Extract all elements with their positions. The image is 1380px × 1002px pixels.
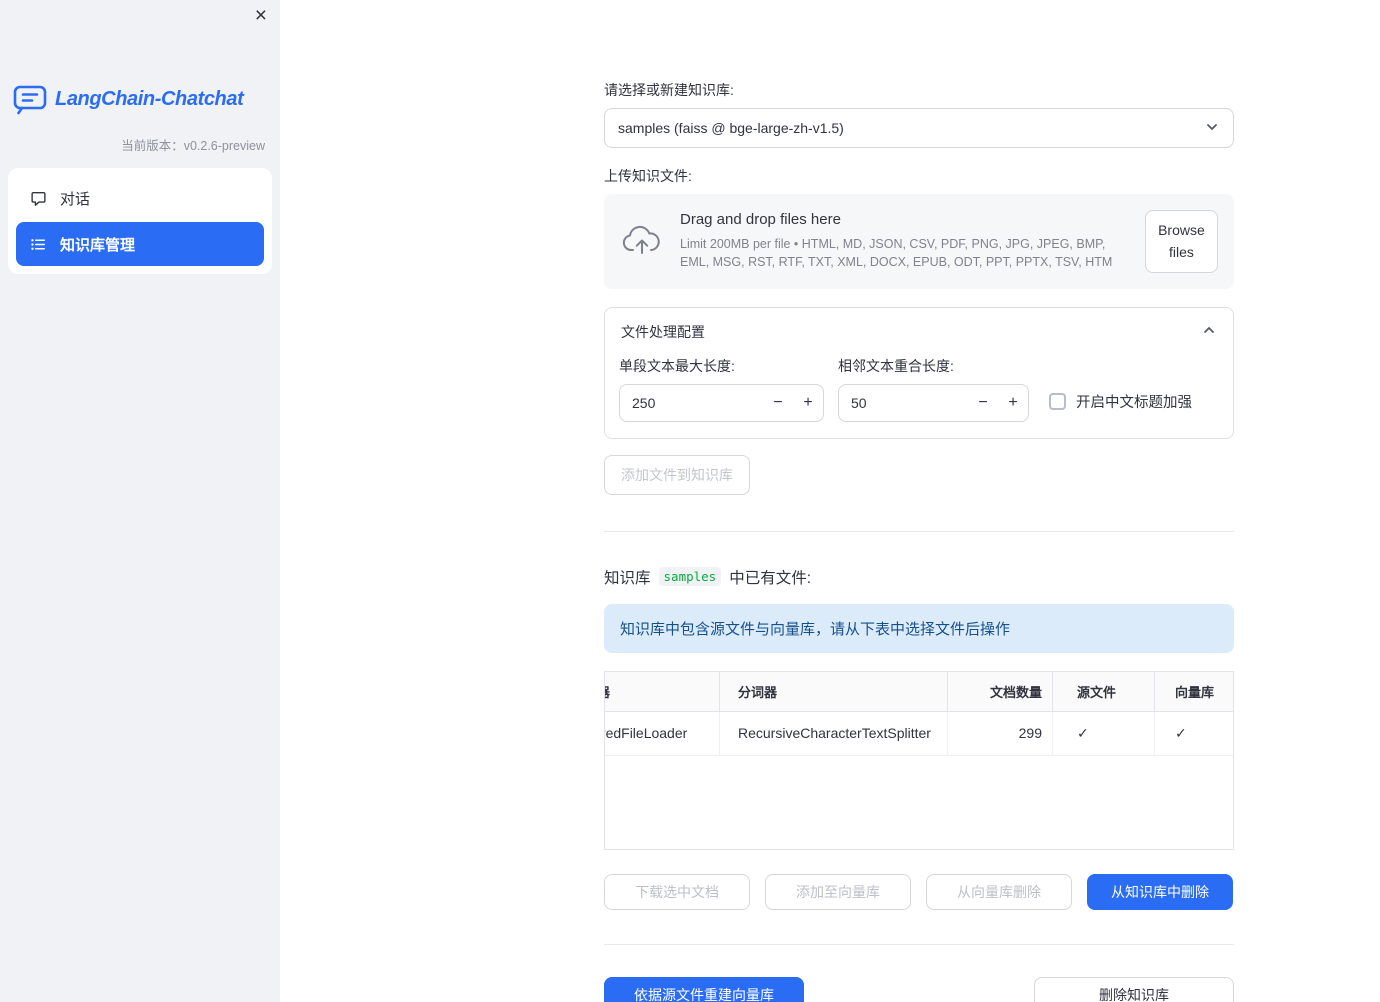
max-length-input[interactable] (620, 394, 763, 411)
table-empty-area (605, 756, 1233, 849)
max-length-stepper: − + (619, 383, 824, 422)
overlap-decrement-button[interactable]: − (968, 385, 998, 421)
file-action-buttons: 下载选中文档 添加至向量库 从向量库删除 从知识库中删除 (604, 873, 1234, 910)
overlap-label: 相邻文本重合长度: (838, 357, 954, 374)
browse-files-button[interactable]: Browse files (1144, 210, 1218, 273)
cell-splitter: RecursiveCharacterTextSplitter (720, 711, 948, 755)
sidebar-menu: 对话 知识库管理 (8, 168, 272, 274)
existing-files-suffix: 中已有文件: (729, 569, 812, 587)
cloud-upload-icon (620, 224, 664, 259)
dropzone-hint: Limit 200MB per file • HTML, MD, JSON, C… (680, 236, 1113, 270)
cell-loader: UnstructuredFileLoader (605, 711, 720, 755)
dropzone-text: Drag and drop files here Limit 200MB per… (680, 211, 1129, 273)
max-length-increment-button[interactable]: + (793, 385, 823, 421)
max-length-group: 单段文本最大长度: − + (619, 356, 824, 422)
divider (604, 530, 1234, 532)
zh-title-enhance-row: 开启中文标题加强 (1049, 391, 1192, 412)
sidebar-item-label: 对话 (60, 190, 91, 208)
divider (604, 943, 1234, 945)
dropzone-title: Drag and drop files here (680, 210, 841, 228)
app-window: × LangChain-Chatchat 当前版本：v0.2.6-preview (0, 0, 1380, 1002)
kb-select-label: 请选择或新建知识库: (604, 82, 734, 98)
info-alert: 知识库中包含源文件与向量库，请从下表中选择文件后操作 (604, 603, 1234, 653)
upload-section: 上传知识文件: Drag and drop files here Limit 2… (604, 166, 1234, 289)
overlap-increment-button[interactable]: + (998, 385, 1028, 421)
content-column: 请选择或新建知识库: samples (faiss @ bge-large-zh… (604, 0, 1234, 1002)
files-table: 文档加载器 分词器 文档数量 源文件 向量库 UnstructuredFileL… (604, 670, 1235, 850)
kb-select[interactable]: samples (faiss @ bge-large-zh-v1.5) (604, 108, 1234, 148)
delete-kb-button[interactable]: 删除知识库 (1034, 976, 1234, 1002)
config-controls: 单段文本最大长度: − + 相邻文本重合长度: − + (619, 356, 1219, 422)
column-header-loader[interactable]: 文档加载器 (605, 671, 720, 711)
list-icon (30, 236, 48, 253)
kb-action-buttons: 依据源文件重建向量库 删除知识库 (604, 976, 1234, 1002)
add-files-to-kb-button[interactable]: 添加文件到知识库 (604, 454, 750, 495)
logo-chat-icon (13, 84, 47, 115)
file-config-expander: 文件处理配置 单段文本最大长度: − + (604, 306, 1234, 439)
overlap-input[interactable] (839, 394, 968, 411)
cell-source-check: ✓ (1053, 711, 1155, 755)
app-logo: LangChain-Chatchat (13, 84, 267, 115)
cell-vector-check: ✓ (1175, 724, 1187, 741)
chat-bubble-icon (30, 190, 48, 207)
table-row[interactable]: UnstructuredFileLoader RecursiveCharacte… (605, 711, 1233, 756)
zh-title-enhance-checkbox[interactable] (1049, 392, 1066, 410)
sidebar-close-icon[interactable]: × (255, 5, 267, 26)
delete-from-vector-store-button[interactable]: 从向量库删除 (926, 873, 1072, 910)
existing-files-prefix: 知识库 (604, 569, 651, 587)
chevron-up-icon (1201, 322, 1217, 341)
rebuild-vector-store-button[interactable]: 依据源文件重建向量库 (604, 976, 804, 1002)
column-header-doc-count[interactable]: 文档数量 (948, 671, 1053, 711)
expander-header[interactable]: 文件处理配置 (619, 320, 1219, 344)
existing-files-heading: 知识库 samples 中已有文件: (604, 566, 1234, 588)
overlap-stepper: − + (838, 383, 1029, 422)
download-selected-button[interactable]: 下载选中文档 (604, 873, 750, 910)
expander-title: 文件处理配置 (621, 323, 705, 340)
add-to-vector-store-button[interactable]: 添加至向量库 (765, 873, 911, 910)
sidebar-item-dialogue[interactable]: 对话 (16, 176, 264, 220)
chevron-down-icon (1204, 119, 1220, 138)
kb-select-value: samples (faiss @ bge-large-zh-v1.5) (618, 120, 844, 136)
kb-name-code: samples (658, 567, 722, 587)
max-length-label: 单段文本最大长度: (619, 357, 735, 374)
sidebar: × LangChain-Chatchat 当前版本：v0.2.6-preview (0, 0, 280, 1002)
column-header-vector-store[interactable]: 向量库 (1155, 672, 1235, 711)
column-header-source-file[interactable]: 源文件 (1053, 671, 1155, 711)
file-dropzone[interactable]: Drag and drop files here Limit 200MB per… (604, 194, 1234, 289)
sidebar-item-label: 知识库管理 (60, 236, 136, 254)
cell-doc-count: 299 (948, 711, 1053, 755)
max-length-decrement-button[interactable]: − (763, 385, 793, 421)
main-area: 请选择或新建知识库: samples (faiss @ bge-large-zh… (280, 0, 1380, 1002)
zh-title-enhance-label: 开启中文标题加强 (1076, 394, 1192, 411)
column-header-splitter[interactable]: 分词器 (720, 671, 948, 711)
version-label: 当前版本：v0.2.6-preview (121, 139, 265, 153)
overlap-group: 相邻文本重合长度: − + (838, 356, 1029, 422)
sidebar-item-knowledge-base[interactable]: 知识库管理 (16, 222, 264, 266)
app-title: LangChain-Chatchat (55, 88, 244, 110)
table-header-row: 文档加载器 分词器 文档数量 源文件 向量库 (605, 671, 1235, 712)
delete-from-kb-button[interactable]: 从知识库中删除 (1087, 873, 1233, 910)
upload-label: 上传知识文件: (604, 168, 692, 184)
